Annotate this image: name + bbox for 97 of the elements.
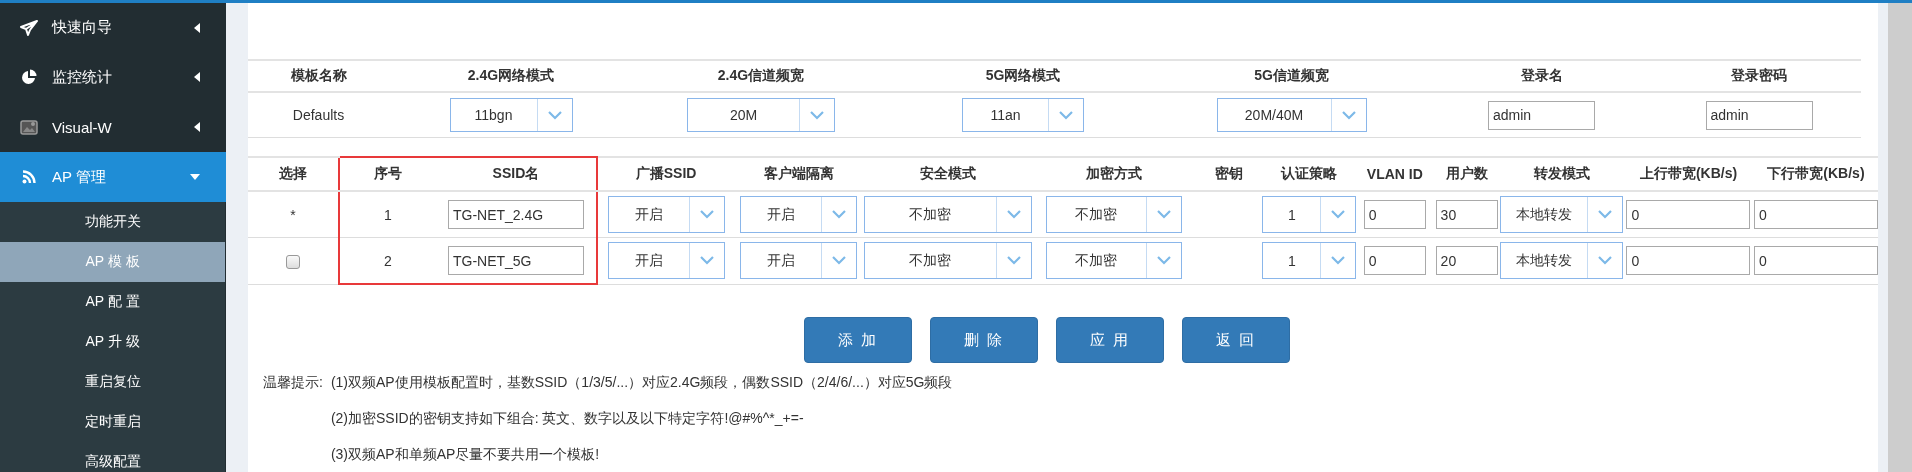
chevron-down-icon — [1156, 210, 1171, 219]
table-cell: * — [248, 191, 339, 238]
action-button[interactable]: 返 回 — [1182, 317, 1290, 363]
column-header: 用户数 — [1433, 157, 1501, 191]
chevron-down-icon — [1331, 210, 1346, 219]
column-header: 5G信道频宽 — [1157, 60, 1426, 92]
action-button[interactable]: 添 加 — [804, 317, 912, 363]
table-cell: 2 — [338, 237, 436, 284]
table-cell: Defaults — [248, 92, 389, 138]
text-field[interactable]: 30 — [1435, 200, 1498, 229]
column-header: 登录密码 — [1657, 60, 1861, 92]
chevron-down-icon — [1598, 256, 1613, 266]
paper-plane-icon — [20, 19, 38, 36]
column-header: 客户端隔离 — [733, 157, 864, 191]
dropdown[interactable]: 20M/40M — [1216, 98, 1367, 132]
caret-left-icon — [194, 122, 200, 132]
tip-text: (2)加密SSID的密钥支持如下组合: 英文、数字以及以下特定字符!@#%^*_+=- — [330, 409, 805, 428]
dropdown[interactable]: 1 — [1262, 196, 1357, 233]
column-header: 2.4G网络模式 — [389, 60, 633, 92]
submenu-item[interactable]: AP 升 级 — [0, 322, 225, 362]
text-field[interactable]: TG-NET_2.4G — [447, 200, 584, 229]
text-field[interactable]: 0 — [1626, 246, 1751, 276]
dropdown[interactable]: 11bgn — [449, 98, 573, 132]
dropdown[interactable]: 1 — [1262, 242, 1357, 280]
text-field[interactable]: 0 — [1626, 200, 1751, 229]
dropdown[interactable]: 开启 — [607, 242, 725, 280]
column-header: 2.4G信道频宽 — [633, 60, 889, 92]
table-cell: 1 — [338, 191, 436, 238]
dropdown[interactable]: 本地转发 — [1500, 242, 1624, 280]
column-header: VLAN ID — [1356, 157, 1434, 191]
chevron-down-icon — [1598, 210, 1613, 219]
chevron-down-icon — [810, 110, 824, 120]
text-field[interactable]: admin — [1488, 100, 1595, 130]
chevron-down-icon — [1006, 210, 1021, 219]
dropdown[interactable]: 11an — [962, 98, 1084, 132]
dropdown[interactable]: 不加密 — [863, 242, 1032, 280]
caret-down-icon — [190, 174, 200, 180]
column-header: 序号 — [338, 157, 436, 191]
column-header: SSID名 — [435, 157, 598, 191]
chevron-down-icon — [1341, 110, 1356, 120]
action-button[interactable]: 应 用 — [1056, 317, 1164, 363]
column-header: 密钥 — [1196, 157, 1263, 191]
column-header: 5G网络模式 — [889, 60, 1157, 92]
chevron-down-icon — [1331, 256, 1346, 266]
tip-text: (3)双频AP和单频AP尽量不要共用一个模板! — [330, 445, 601, 464]
submenu-item[interactable]: 定时重启 — [0, 402, 225, 442]
text-field[interactable]: 0 — [1363, 200, 1426, 229]
dropdown[interactable]: 不加密 — [1045, 196, 1182, 233]
action-button[interactable]: 删 除 — [930, 317, 1038, 363]
column-header: 广播SSID — [597, 157, 734, 191]
tip-text: (1)双频AP使用模板配置时，基数SSID（1/3/5/...）对应2.4G频段，偶数SSID（2/4/6/...）对应5G频段 — [330, 373, 953, 392]
text-field[interactable]: admin — [1705, 100, 1813, 130]
column-header: 模板名称 — [248, 60, 389, 92]
column-header: 认证策略 — [1262, 157, 1357, 191]
dropdown[interactable]: 开启 — [740, 242, 858, 280]
column-header: 安全模式 — [863, 157, 1032, 191]
pie-chart-icon — [21, 69, 37, 85]
chevron-down-icon — [1156, 256, 1171, 266]
chevron-down-icon — [832, 210, 847, 219]
tips-label: 温馨提示: — [263, 373, 324, 392]
text-field[interactable]: 20 — [1435, 246, 1498, 276]
caret-left-icon — [194, 22, 200, 33]
scrollbar[interactable] — [1888, 3, 1912, 472]
nav-item[interactable]: AP 管理 — [0, 152, 226, 202]
column-header: 下行带宽(KB/s) — [1753, 157, 1878, 191]
dropdown[interactable]: 不加密 — [1045, 242, 1182, 280]
column-header: 转发模式 — [1500, 157, 1624, 191]
chevron-down-icon — [1059, 110, 1073, 120]
dropdown[interactable]: 20M — [687, 98, 835, 132]
dropdown[interactable]: 开启 — [607, 196, 725, 233]
chevron-down-icon — [1006, 256, 1021, 266]
column-header: 加密方式 — [1031, 157, 1197, 191]
dropdown[interactable]: 开启 — [740, 196, 858, 233]
column-header: 上行带宽(KB/s) — [1623, 157, 1754, 191]
chevron-down-icon — [832, 256, 847, 266]
rss-icon — [22, 170, 36, 184]
dropdown[interactable]: 本地转发 — [1500, 196, 1624, 233]
picture-icon — [20, 119, 38, 135]
text-field[interactable]: 0 — [1753, 200, 1878, 229]
nav-item[interactable]: Visual-W — [0, 102, 226, 152]
nav-item[interactable]: 监控统计 — [0, 52, 226, 102]
chevron-down-icon — [699, 256, 714, 266]
checkbox[interactable] — [285, 254, 300, 269]
nav-item[interactable]: 快速向导 — [0, 3, 226, 52]
chevron-down-icon — [547, 110, 562, 120]
dropdown[interactable]: 不加密 — [863, 196, 1032, 233]
text-field[interactable]: 0 — [1363, 246, 1426, 276]
submenu-item[interactable]: 高级配置 — [0, 442, 225, 472]
text-field[interactable]: TG-NET_5G — [447, 246, 584, 275]
column-header: 登录名 — [1426, 60, 1657, 92]
submenu-item[interactable]: 功能开关 — [0, 202, 225, 242]
caret-left-icon — [194, 72, 200, 82]
chevron-down-icon — [699, 210, 714, 219]
submenu-item[interactable]: AP 配 置 — [0, 282, 225, 322]
column-header: 选择 — [248, 157, 339, 191]
text-field[interactable]: 0 — [1753, 246, 1878, 276]
submenu-item[interactable]: 重启复位 — [0, 362, 225, 402]
